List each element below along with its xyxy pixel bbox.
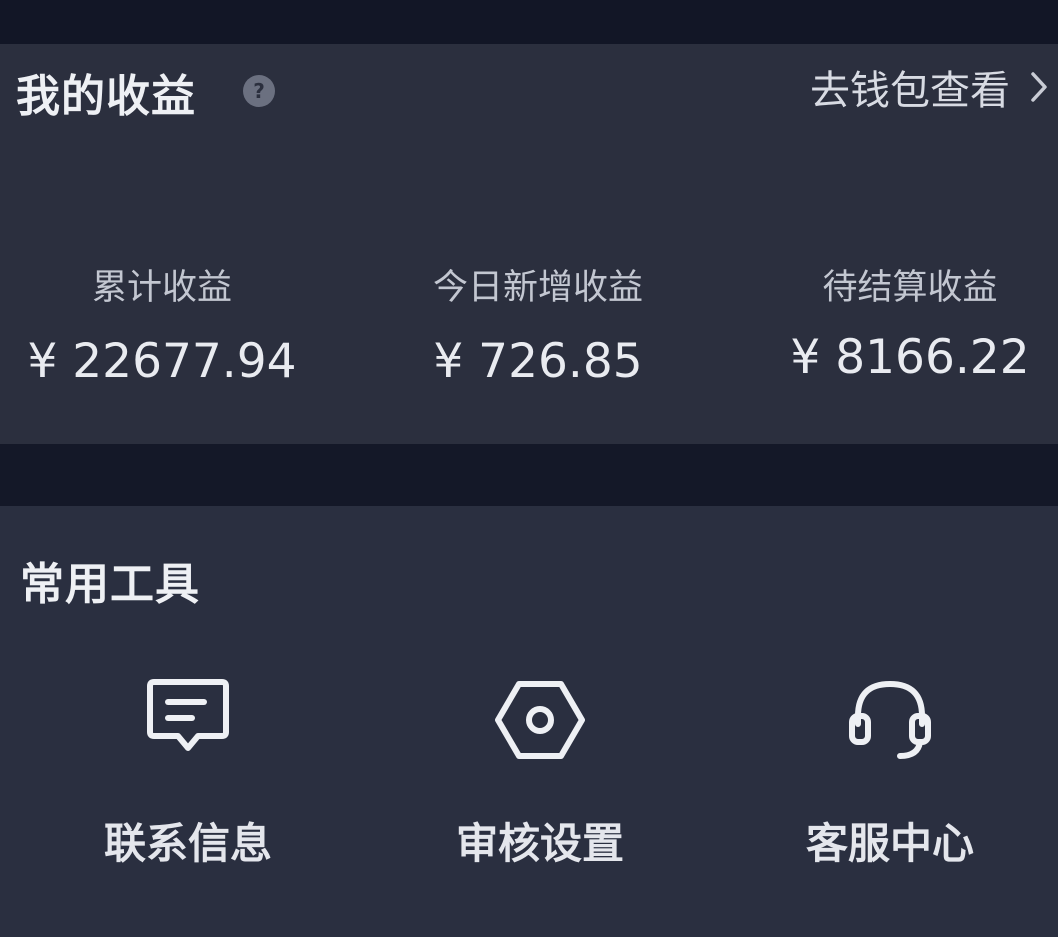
stat-total-earnings: 累计收益 ¥ 22677.94 bbox=[0, 262, 332, 390]
stat-value: ¥ 726.85 bbox=[433, 334, 643, 389]
tool-customer-service[interactable]: 客服中心 bbox=[760, 672, 1020, 871]
earnings-title: 我的收益 bbox=[16, 71, 196, 122]
tool-label: 联系信息 bbox=[103, 819, 272, 868]
hexagon-settings-icon bbox=[495, 681, 585, 759]
headset-icon bbox=[849, 680, 931, 759]
stat-pending-earnings: 待结算收益 ¥ 8166.22 bbox=[740, 262, 1058, 386]
tool-label: 客服中心 bbox=[805, 819, 974, 868]
stat-value: ¥ 8166.22 bbox=[790, 330, 1030, 385]
stat-label: 待结算收益 bbox=[822, 268, 998, 308]
chevron-right-icon bbox=[1031, 72, 1047, 102]
message-icon bbox=[147, 679, 229, 751]
svg-text:?: ? bbox=[253, 79, 265, 103]
tool-review-settings[interactable]: 审核设置 bbox=[410, 672, 670, 871]
tools-title: 常用工具 bbox=[20, 559, 200, 610]
tool-label: 审核设置 bbox=[455, 819, 624, 868]
wallet-link-label: 去钱包查看 bbox=[810, 68, 1010, 114]
wallet-link[interactable]: 去钱包查看 bbox=[810, 62, 1050, 114]
tool-contact-info[interactable]: 联系信息 bbox=[58, 672, 318, 871]
stat-value: ¥ 22677.94 bbox=[27, 334, 297, 389]
top-strip bbox=[0, 0, 1058, 44]
stat-today-earnings: 今日新增收益 ¥ 726.85 bbox=[368, 262, 708, 390]
question-circle-icon[interactable]: ? bbox=[242, 74, 276, 108]
section-divider bbox=[0, 444, 1058, 506]
stat-label: 今日新增收益 bbox=[432, 268, 643, 308]
stat-label: 累计收益 bbox=[91, 268, 232, 308]
